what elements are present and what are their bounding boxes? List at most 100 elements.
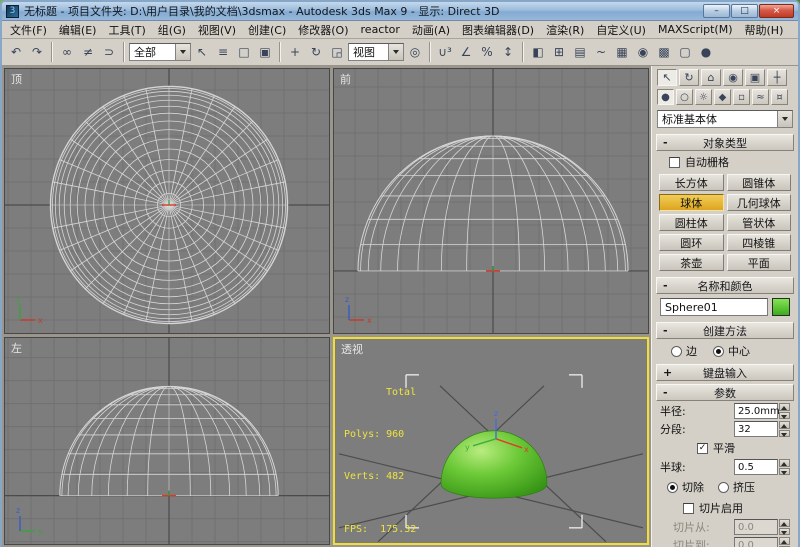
menu-item[interactable]: 编辑(E) (53, 21, 103, 39)
minimize-button[interactable]: – (703, 4, 730, 18)
button-box[interactable]: 长方体 (659, 174, 724, 191)
use-center-icon[interactable]: ◎ (405, 42, 425, 63)
category-geometry-icon[interactable]: ● (657, 89, 674, 105)
rotate-icon[interactable]: ↻ (306, 42, 326, 63)
radius-spinner[interactable]: 25.0mm (734, 403, 790, 419)
chop-radio[interactable] (667, 481, 678, 493)
center-radio[interactable] (713, 345, 724, 357)
smooth-checkbox[interactable]: ✓ (697, 442, 708, 454)
select-link-icon[interactable]: ∞ (57, 42, 77, 63)
edge-radio[interactable] (671, 345, 682, 357)
viewport-top[interactable]: xy 顶 (4, 68, 330, 334)
menu-item[interactable]: 渲染(R) (540, 21, 590, 39)
category-systems-icon[interactable]: ¤ (771, 89, 788, 105)
menu-item[interactable]: 创建(C) (242, 21, 292, 39)
button-tube[interactable]: 管状体 (726, 214, 791, 231)
rollout-object-type[interactable]: - 对象类型 (656, 134, 794, 151)
selection-filter-dropdown[interactable]: 全部 (129, 43, 191, 61)
schematic-view-icon[interactable]: ▦ (612, 42, 632, 63)
viewport-perspective[interactable]: x y z 透视 Total Polys: 960 Verts: 482 FPS: … (333, 337, 649, 545)
button-pyramid[interactable]: 四棱锥 (726, 234, 791, 251)
angle-snap-icon[interactable]: ∠ (456, 42, 476, 63)
close-button[interactable]: × (759, 4, 794, 18)
title-bar[interactable]: 3 无标题 - 项目文件夹: D:\用户目录\我的文档\3dsmax - Aut… (2, 2, 798, 21)
align-icon[interactable]: ⊞ (549, 42, 569, 63)
quick-render-icon[interactable]: ● (696, 42, 716, 63)
chevron-down-icon[interactable] (175, 44, 190, 60)
menu-item[interactable]: 动画(A) (406, 21, 456, 39)
percent-snap-icon[interactable]: % (477, 42, 497, 63)
material-editor-icon[interactable]: ◉ (633, 42, 653, 63)
reference-coordinate-dropdown[interactable]: 视图 (348, 43, 404, 61)
tab-utilities-icon[interactable]: ┼ (767, 69, 787, 86)
slice-on-checkbox[interactable] (683, 502, 694, 514)
select-by-name-icon[interactable]: ≡ (213, 42, 233, 63)
spinner-up-icon[interactable] (779, 459, 790, 467)
object-color-swatch[interactable] (772, 298, 790, 316)
viewport-perspective-label[interactable]: 透视 (341, 341, 363, 357)
menu-item[interactable]: 图表编辑器(D) (456, 21, 540, 39)
menu-item[interactable]: 文件(F) (4, 21, 53, 39)
rollout-creation-method[interactable]: - 创建方法 (656, 322, 794, 339)
viewport-front-label[interactable]: 前 (340, 71, 351, 87)
spinner-down-icon[interactable] (779, 411, 790, 419)
spinner-down-icon[interactable] (779, 467, 790, 475)
menu-item[interactable]: 帮助(H) (739, 21, 790, 39)
mirror-icon[interactable]: ◧ (528, 42, 548, 63)
button-sphere[interactable]: 球体 (659, 194, 724, 211)
button-teapot[interactable]: 茶壶 (659, 254, 724, 271)
curve-editor-icon[interactable]: ~ (591, 42, 611, 63)
button-plane[interactable]: 平面 (726, 254, 791, 271)
hemisphere-spinner[interactable]: 0.5 (734, 459, 790, 475)
rollout-keyboard-entry[interactable]: + 键盘输入 (656, 364, 794, 381)
tab-create-icon[interactable]: ↖ (657, 69, 677, 86)
render-setup-icon[interactable]: ▩ (654, 42, 674, 63)
spinner-down-icon[interactable] (779, 429, 790, 437)
button-torus[interactable]: 圆环 (659, 234, 724, 251)
menu-item[interactable]: 工具(T) (102, 21, 151, 39)
chevron-down-icon[interactable] (388, 44, 403, 60)
window-crossing-icon[interactable]: ▣ (255, 42, 275, 63)
rollout-parameters[interactable]: - 参数 (656, 384, 794, 401)
menu-item[interactable]: 组(G) (152, 21, 192, 39)
tab-display-icon[interactable]: ▣ (745, 69, 765, 86)
viewport-top-label[interactable]: 顶 (11, 71, 22, 87)
snap-toggle-icon[interactable]: ∪³ (435, 42, 455, 63)
unlink-icon[interactable]: ≠ (78, 42, 98, 63)
chevron-down-icon[interactable] (777, 111, 792, 127)
menu-item[interactable]: 修改器(O) (292, 21, 354, 39)
move-icon[interactable]: + (285, 42, 305, 63)
button-cylinder[interactable]: 圆柱体 (659, 214, 724, 231)
menu-item[interactable]: 自定义(U) (590, 21, 652, 39)
maximize-button[interactable]: □ (731, 4, 758, 18)
menu-item[interactable]: 视图(V) (192, 21, 242, 39)
undo-icon[interactable]: ↶ (6, 42, 26, 63)
category-lights-icon[interactable]: ☼ (695, 89, 712, 105)
redo-icon[interactable]: ↷ (27, 42, 47, 63)
category-spacewarps-icon[interactable]: ≈ (752, 89, 769, 105)
tab-motion-icon[interactable]: ◉ (723, 69, 743, 86)
menu-item[interactable]: MAXScript(M) (652, 22, 739, 37)
autogrid-checkbox[interactable] (669, 156, 680, 168)
rect-region-icon[interactable]: □ (234, 42, 254, 63)
segments-spinner[interactable]: 32 (734, 421, 790, 437)
bind-spacewarp-icon[interactable]: ⊃ (99, 42, 119, 63)
hemisphere-value[interactable]: 0.5 (734, 459, 778, 475)
select-object-icon[interactable]: ↖ (192, 42, 212, 63)
object-name-input[interactable]: Sphere01 (660, 298, 768, 316)
render-type-icon[interactable]: ▢ (675, 42, 695, 63)
spinner-snap-icon[interactable]: ↕ (498, 42, 518, 63)
button-geosphere[interactable]: 几何球体 (726, 194, 791, 211)
subcategory-dropdown[interactable]: 标准基本体 (657, 110, 793, 128)
category-cameras-icon[interactable]: ◆ (714, 89, 731, 105)
viewport-front[interactable]: xz 前 (333, 68, 649, 334)
category-helpers-icon[interactable]: ▫ (733, 89, 750, 105)
menu-item[interactable]: reactor (355, 22, 406, 37)
spinner-up-icon[interactable] (779, 421, 790, 429)
category-shapes-icon[interactable]: ○ (676, 89, 693, 105)
tab-modify-icon[interactable]: ↻ (679, 69, 699, 86)
radius-value[interactable]: 25.0mm (734, 403, 780, 419)
spinner-up-icon[interactable] (779, 403, 790, 411)
segments-value[interactable]: 32 (734, 421, 778, 437)
squash-radio[interactable] (718, 481, 729, 493)
